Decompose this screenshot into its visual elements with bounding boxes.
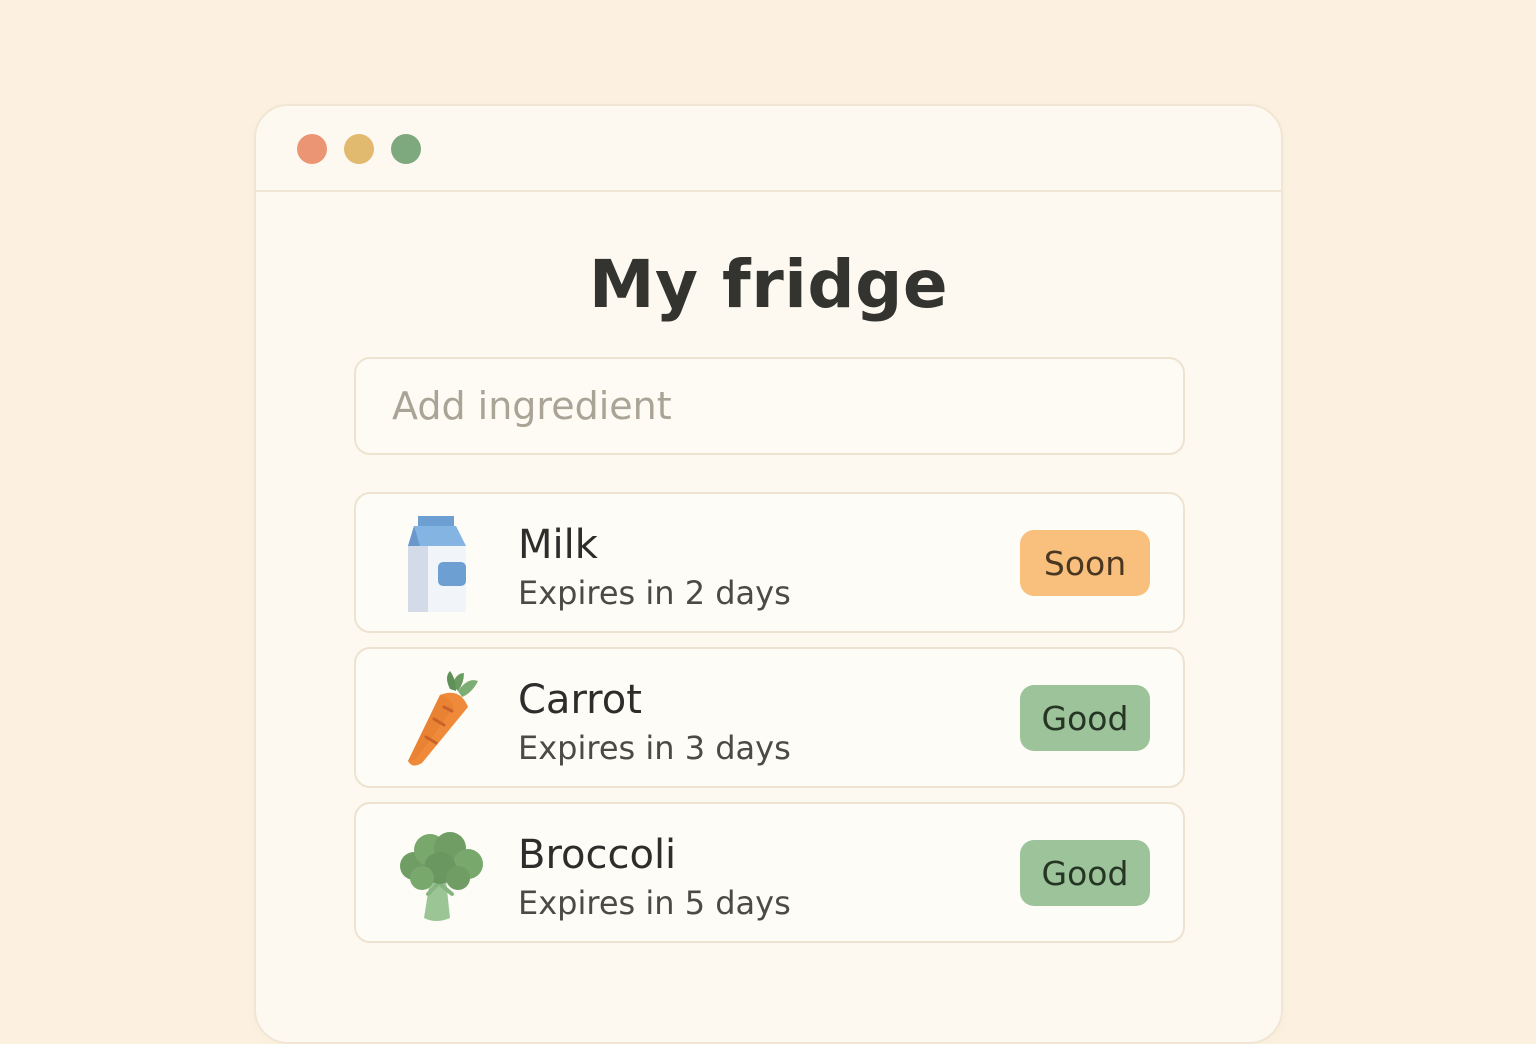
item-name: Milk — [518, 522, 598, 568]
close-window-button[interactable] — [297, 134, 327, 164]
item-expiry: Expires in 5 days — [518, 884, 791, 922]
title-bar — [256, 106, 1281, 192]
milk-carton-icon — [408, 516, 466, 612]
status-badge: Soon — [1020, 530, 1150, 596]
broccoli-icon — [400, 832, 483, 921]
item-expiry: Expires in 3 days — [518, 729, 791, 767]
status-badge: Good — [1020, 685, 1150, 751]
list-item-milk[interactable]: Milk Expires in 2 days Soon — [354, 492, 1185, 633]
carrot-icon — [408, 671, 478, 766]
add-ingredient-input[interactable] — [354, 357, 1185, 455]
maximize-window-button[interactable] — [391, 134, 421, 164]
list-item-carrot[interactable]: Carrot Expires in 3 days Good — [354, 647, 1185, 788]
status-badge: Good — [1020, 840, 1150, 906]
page-title: My fridge — [588, 246, 949, 323]
app-window: My fridge Milk Expires in 2 days Soon Ca… — [254, 104, 1283, 1044]
minimize-window-button[interactable] — [344, 134, 374, 164]
item-expiry: Expires in 2 days — [518, 574, 791, 612]
item-name: Broccoli — [518, 832, 677, 878]
item-name: Carrot — [518, 677, 642, 723]
list-item-broccoli[interactable]: Broccoli Expires in 5 days Good — [354, 802, 1185, 943]
